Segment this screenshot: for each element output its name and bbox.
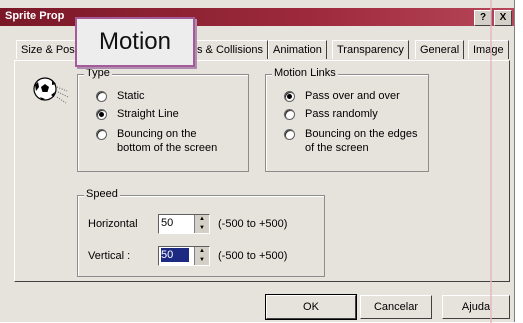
radio-button[interactable] [284, 129, 295, 140]
tab-transparency[interactable]: Transparency [332, 40, 409, 59]
tab-image[interactable]: Image [468, 40, 509, 59]
radio-label-pass-randomly: Pass randomly [305, 108, 378, 120]
vertical-label: Vertical : [88, 250, 131, 262]
radio-pass-randomly[interactable]: Pass randomly [284, 107, 378, 121]
radio-button-selected[interactable] [284, 91, 295, 102]
motion-links-group: Motion Links Pass over and over Pass ran… [265, 67, 429, 172]
horizontal-speed-input[interactable] [161, 216, 189, 230]
tab-animation[interactable]: Animation [268, 40, 327, 59]
radio-button[interactable] [96, 129, 107, 140]
ok-button[interactable]: OK [265, 294, 357, 320]
radio-label-static: Static [117, 90, 145, 102]
radio-bouncing-edges[interactable]: Bouncing on the edges of the screen [284, 127, 426, 155]
speed-group: Speed Horizontal ▲ ▼ (-500 to +500) Vert… [77, 188, 325, 277]
margin-line [490, 0, 492, 323]
cancel-button[interactable]: Cancelar [360, 295, 432, 319]
vertical-speed-spinner[interactable]: ▲ ▼ [158, 246, 210, 266]
spinner-arrows[interactable]: ▲ ▼ [194, 247, 209, 265]
radio-label-bouncing-bottom: Bouncing on the bottom of the screen [117, 128, 218, 154]
radio-static[interactable]: Static [96, 89, 145, 103]
horizontal-speed-spinner[interactable]: ▲ ▼ [158, 214, 210, 234]
type-group: Type Static Straight Line Bouncing on th… [77, 67, 249, 172]
motion-links-legend: Motion Links [272, 67, 338, 79]
soccer-ball-icon [33, 77, 69, 104]
spin-up-icon[interactable]: ▲ [195, 247, 209, 256]
vertical-range-label: (-500 to +500) [218, 250, 288, 262]
speed-legend: Speed [84, 188, 120, 200]
radio-pass-over[interactable]: Pass over and over [284, 89, 400, 103]
horizontal-label: Horizontal [88, 218, 138, 230]
type-legend: Type [84, 67, 112, 79]
radio-bouncing-bottom[interactable]: Bouncing on the bottom of the screen [96, 127, 226, 155]
vertical-speed-input[interactable] [161, 248, 189, 262]
tab-panel-motion: Type Static Straight Line Bouncing on th… [14, 60, 510, 282]
horizontal-range-label: (-500 to +500) [218, 218, 288, 230]
motion-callout-label: Motion [75, 17, 195, 67]
tab-collisions[interactable]: s & Collisions [192, 40, 269, 59]
tab-size-position[interactable]: Size & Pos [16, 40, 80, 59]
window-title: Sprite Prop [5, 10, 65, 22]
help-button[interactable]: Ajuda [442, 295, 510, 319]
radio-button[interactable] [284, 109, 295, 120]
spin-down-icon[interactable]: ▼ [195, 256, 209, 265]
spinner-arrows[interactable]: ▲ ▼ [194, 215, 209, 233]
radio-label-straight-line: Straight Line [117, 108, 179, 120]
tab-general[interactable]: General [415, 40, 465, 59]
radio-button-selected[interactable] [96, 109, 107, 120]
spin-up-icon[interactable]: ▲ [195, 215, 209, 224]
radio-button[interactable] [96, 91, 107, 102]
radio-label-bouncing-edges: Bouncing on the edges of the screen [305, 128, 418, 154]
title-buttons: ? X [474, 10, 512, 26]
spin-down-icon[interactable]: ▼ [195, 224, 209, 233]
radio-straight-line[interactable]: Straight Line [96, 107, 179, 121]
close-title-button[interactable]: X [494, 10, 512, 26]
radio-label-pass-over: Pass over and over [305, 90, 400, 102]
